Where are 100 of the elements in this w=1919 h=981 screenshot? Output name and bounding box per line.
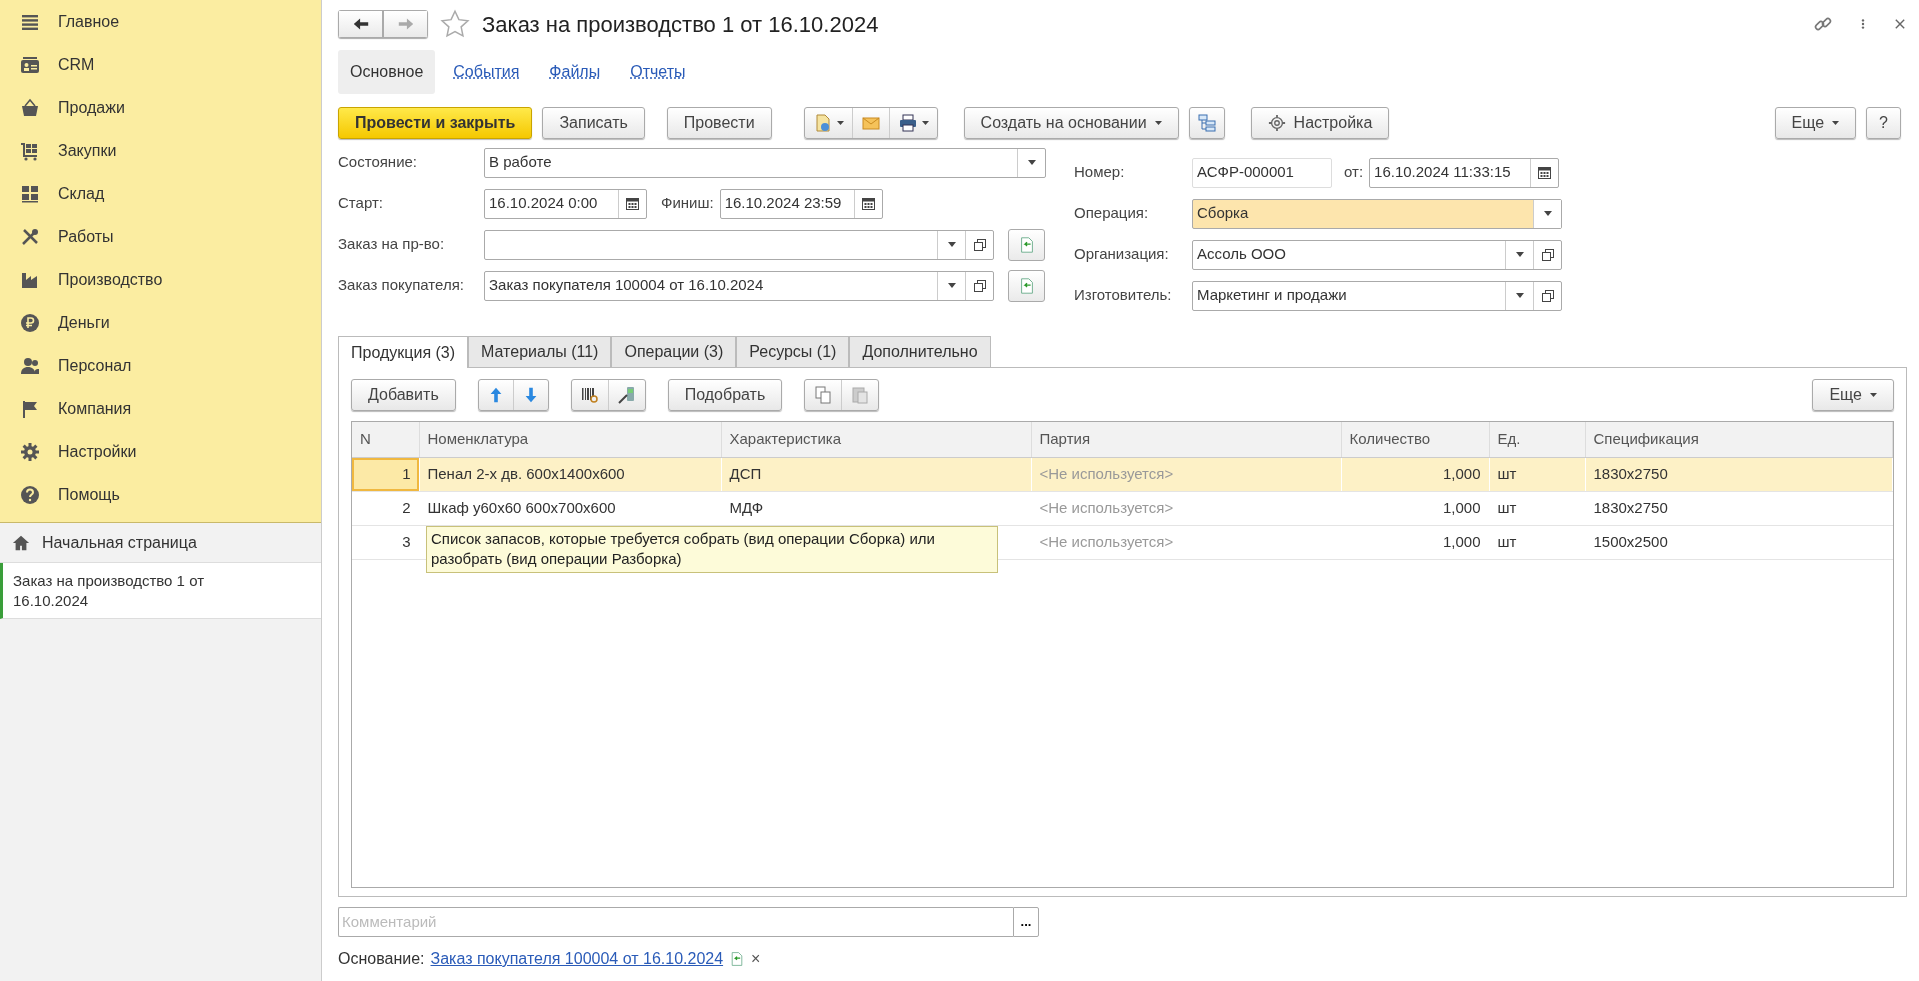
flag-icon (20, 398, 40, 419)
column-header[interactable]: Спецификация (1585, 422, 1893, 457)
table-cell: 1830x2750 (1593, 498, 1668, 516)
section-tab[interactable]: События (441, 50, 532, 94)
sidebar-item-label[interactable]: Производство (58, 267, 163, 292)
field-label: Заказ покупателя: (338, 275, 465, 296)
sidebar-item-label[interactable]: Персонал (58, 353, 132, 378)
close-icon[interactable] (1893, 17, 1907, 31)
open-icon[interactable] (1541, 248, 1554, 261)
dropdown-arrow-icon[interactable] (947, 283, 956, 288)
more-options-button[interactable]: ... (1013, 907, 1039, 937)
dropdown-arrow-icon[interactable] (1515, 293, 1524, 298)
back-button[interactable] (338, 10, 383, 38)
sidebar-item-label[interactable]: Деньги (58, 310, 110, 335)
table-cell: шт (1497, 532, 1517, 550)
sidebar-item-label[interactable]: Настройки (58, 439, 137, 464)
column-header[interactable]: Количество (1341, 422, 1489, 457)
field-label: Старт: (338, 193, 384, 214)
field-label: от: (1344, 162, 1364, 183)
barcode-icon (579, 385, 600, 405)
dropdown-arrow-icon[interactable] (1515, 252, 1524, 257)
help-icon (20, 484, 40, 505)
basis-label: Основание: (338, 949, 425, 969)
table-cell: МДФ (729, 498, 764, 516)
pick-button[interactable]: Подобрать (667, 379, 783, 411)
table-cell: <Не используется> (1039, 498, 1174, 516)
column-header[interactable]: Партия (1031, 422, 1341, 457)
table-cell: 1,000 (1442, 532, 1481, 550)
start-date-field[interactable]: 16.10.2024 0:00 (484, 188, 647, 219)
remove-link[interactable]: × (751, 947, 761, 971)
dropdown-arrow-icon[interactable] (947, 242, 956, 247)
sidebar-item-label[interactable]: Склад (58, 181, 105, 206)
number-field[interactable]: АСФР-000001 (1192, 157, 1332, 188)
sidebar-item-label[interactable]: Продажи (58, 95, 125, 120)
basis-link[interactable]: Заказ покупателя 100004 от 16.10.2024 (430, 947, 724, 971)
date-field[interactable]: 16.10.2024 11:33:15 (1369, 157, 1560, 188)
tab[interactable]: Ресурсы (1) (736, 336, 850, 367)
sidebar-item-label[interactable]: Компания (58, 396, 132, 421)
field-label: Изготовитель: (1074, 285, 1173, 306)
table-cell: 1,000 (1442, 498, 1481, 516)
customer-order-field[interactable]: Заказ покупателя 100004 от 16.10.2024 (484, 270, 994, 301)
section-tab[interactable]: Отчеты (618, 50, 698, 94)
manufacturer-field[interactable]: Маркетинг и продажи (1192, 280, 1562, 311)
sidebar-item-label[interactable]: Помощь (58, 482, 120, 507)
calendar-icon[interactable] (861, 197, 875, 210)
open-icon[interactable] (973, 238, 986, 251)
tab[interactable]: Дополнительно (849, 336, 991, 367)
sidebar-item-label[interactable]: Закупки (58, 138, 117, 163)
more-button[interactable]: Еще (1774, 107, 1857, 139)
open-icon[interactable] (1541, 289, 1554, 302)
organization-field[interactable]: Ассоль ООО (1192, 239, 1562, 270)
comment-field[interactable]: Комментарий (338, 907, 1013, 937)
production-order-field[interactable] (484, 229, 994, 260)
table-cell: <Не используется> (1039, 532, 1174, 550)
field-label: Состояние: (338, 152, 418, 173)
table-cell: <Не используется> (1039, 464, 1174, 482)
add-button[interactable]: Добавить (351, 379, 456, 411)
dropdown-arrow-icon[interactable] (1027, 160, 1036, 165)
column-header[interactable]: Ед. (1489, 422, 1585, 457)
table-cell: шт (1497, 464, 1517, 482)
column-header[interactable]: N (352, 422, 419, 457)
open-window-item[interactable]: Заказ на производство 1 от 16.10.2024 (0, 563, 321, 619)
caret-icon (1832, 121, 1840, 125)
dropdown-arrow-icon[interactable] (1543, 211, 1552, 216)
tab[interactable]: Продукция (3) (338, 336, 469, 368)
finish-date-field[interactable]: 16.10.2024 23:59 (719, 188, 883, 219)
tab[interactable]: Материалы (11) (468, 336, 612, 367)
sidebar-item-label[interactable]: CRM (58, 52, 95, 77)
table-row[interactable]: 2 Шкаф у60x60 600x700x600 МДФ <Не используется> 1,000 шт 1830x2750 (352, 491, 1893, 525)
calendar-icon[interactable] (1538, 166, 1552, 179)
printer-icon (897, 113, 918, 133)
section-tab[interactable]: Файлы (537, 50, 613, 94)
create-based-on-button[interactable]: Создать на основании (963, 107, 1179, 139)
home-link[interactable]: Начальная страница (42, 530, 197, 555)
calendar-icon[interactable] (626, 197, 639, 210)
save-button[interactable]: Записать (542, 107, 645, 139)
help-button[interactable]: ? (1866, 107, 1901, 139)
column-header[interactable]: Характеристика (721, 422, 1031, 457)
table-cell: Пенал 2-х дв. 600x1400x600 (427, 464, 625, 482)
operation-field[interactable]: Сборка (1192, 198, 1562, 229)
settings-button[interactable]: Настройка (1250, 107, 1390, 139)
hierarchy-icon (1196, 113, 1217, 133)
sidebar-item-label[interactable]: Главное (58, 9, 120, 34)
caret-icon (921, 121, 929, 125)
table-row[interactable]: 1 Пенал 2-х дв. 600x1400x600 ДСП <Не используется> 1,000 шт 1830x2750 (352, 457, 1893, 491)
column-header[interactable]: Номенклатура (419, 422, 721, 457)
section-tab[interactable]: Основное (338, 50, 436, 94)
more-button[interactable]: Еще (1812, 379, 1894, 411)
field-label: Операция: (1074, 203, 1150, 224)
state-field[interactable]: В работе (484, 147, 1046, 178)
post-and-close-button[interactable]: Провести и закрыть (338, 107, 533, 139)
ruble-coin-icon (20, 312, 40, 333)
tab[interactable]: Операции (3) (611, 336, 737, 367)
tools-icon (20, 226, 40, 247)
favorite-star-icon[interactable] (440, 9, 470, 39)
open-icon[interactable] (973, 279, 986, 292)
basket-icon (20, 97, 40, 118)
sidebar-item-label[interactable]: Работы (58, 224, 114, 249)
contact-card-icon (20, 54, 40, 75)
post-button[interactable]: Провести (666, 107, 772, 139)
